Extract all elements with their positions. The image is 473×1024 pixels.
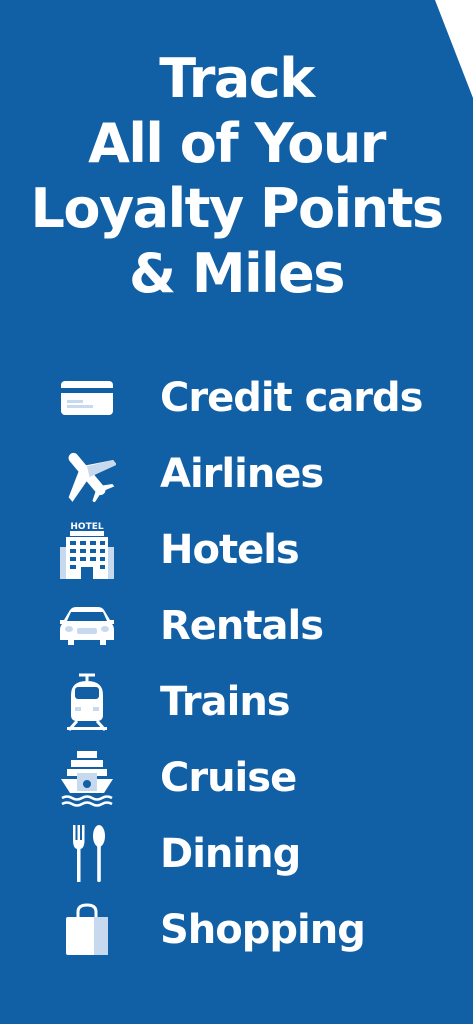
category-item-hotels: HOTEL Hotels [0, 512, 473, 588]
category-label: Airlines [160, 451, 324, 497]
credit-card-icon [56, 367, 118, 429]
car-icon [56, 595, 118, 657]
category-item-shopping: Shopping [0, 892, 473, 968]
headline-line-4: & Miles [129, 242, 345, 305]
category-label: Credit cards [160, 375, 423, 421]
headline-line-2: All of Your [88, 112, 386, 175]
category-label: Shopping [160, 907, 366, 953]
fork-spoon-icon [56, 823, 118, 885]
train-icon [56, 671, 118, 733]
category-label: Dining [160, 831, 301, 877]
category-label: Rentals [160, 603, 324, 649]
shopping-bag-icon [56, 899, 118, 961]
category-item-trains: Trains [0, 664, 473, 740]
headline-line-3: Loyalty Points [30, 177, 444, 240]
category-item-dining: Dining [0, 816, 473, 892]
category-label: Cruise [160, 755, 297, 801]
category-label: Hotels [160, 527, 300, 573]
hotel-sign-text: HOTEL [70, 522, 103, 532]
category-item-credit-cards: Credit cards [0, 360, 473, 436]
hotel-icon: HOTEL [56, 519, 118, 581]
category-item-cruise: Cruise [0, 740, 473, 816]
category-item-airlines: Airlines [0, 436, 473, 512]
cruise-ship-icon [56, 747, 118, 809]
headline: Track All of Your Loyalty Points & Miles [0, 46, 473, 306]
category-item-rentals: Rentals [0, 588, 473, 664]
headline-line-1: Track [159, 47, 315, 110]
airplane-icon [56, 443, 118, 505]
category-label: Trains [160, 679, 291, 725]
